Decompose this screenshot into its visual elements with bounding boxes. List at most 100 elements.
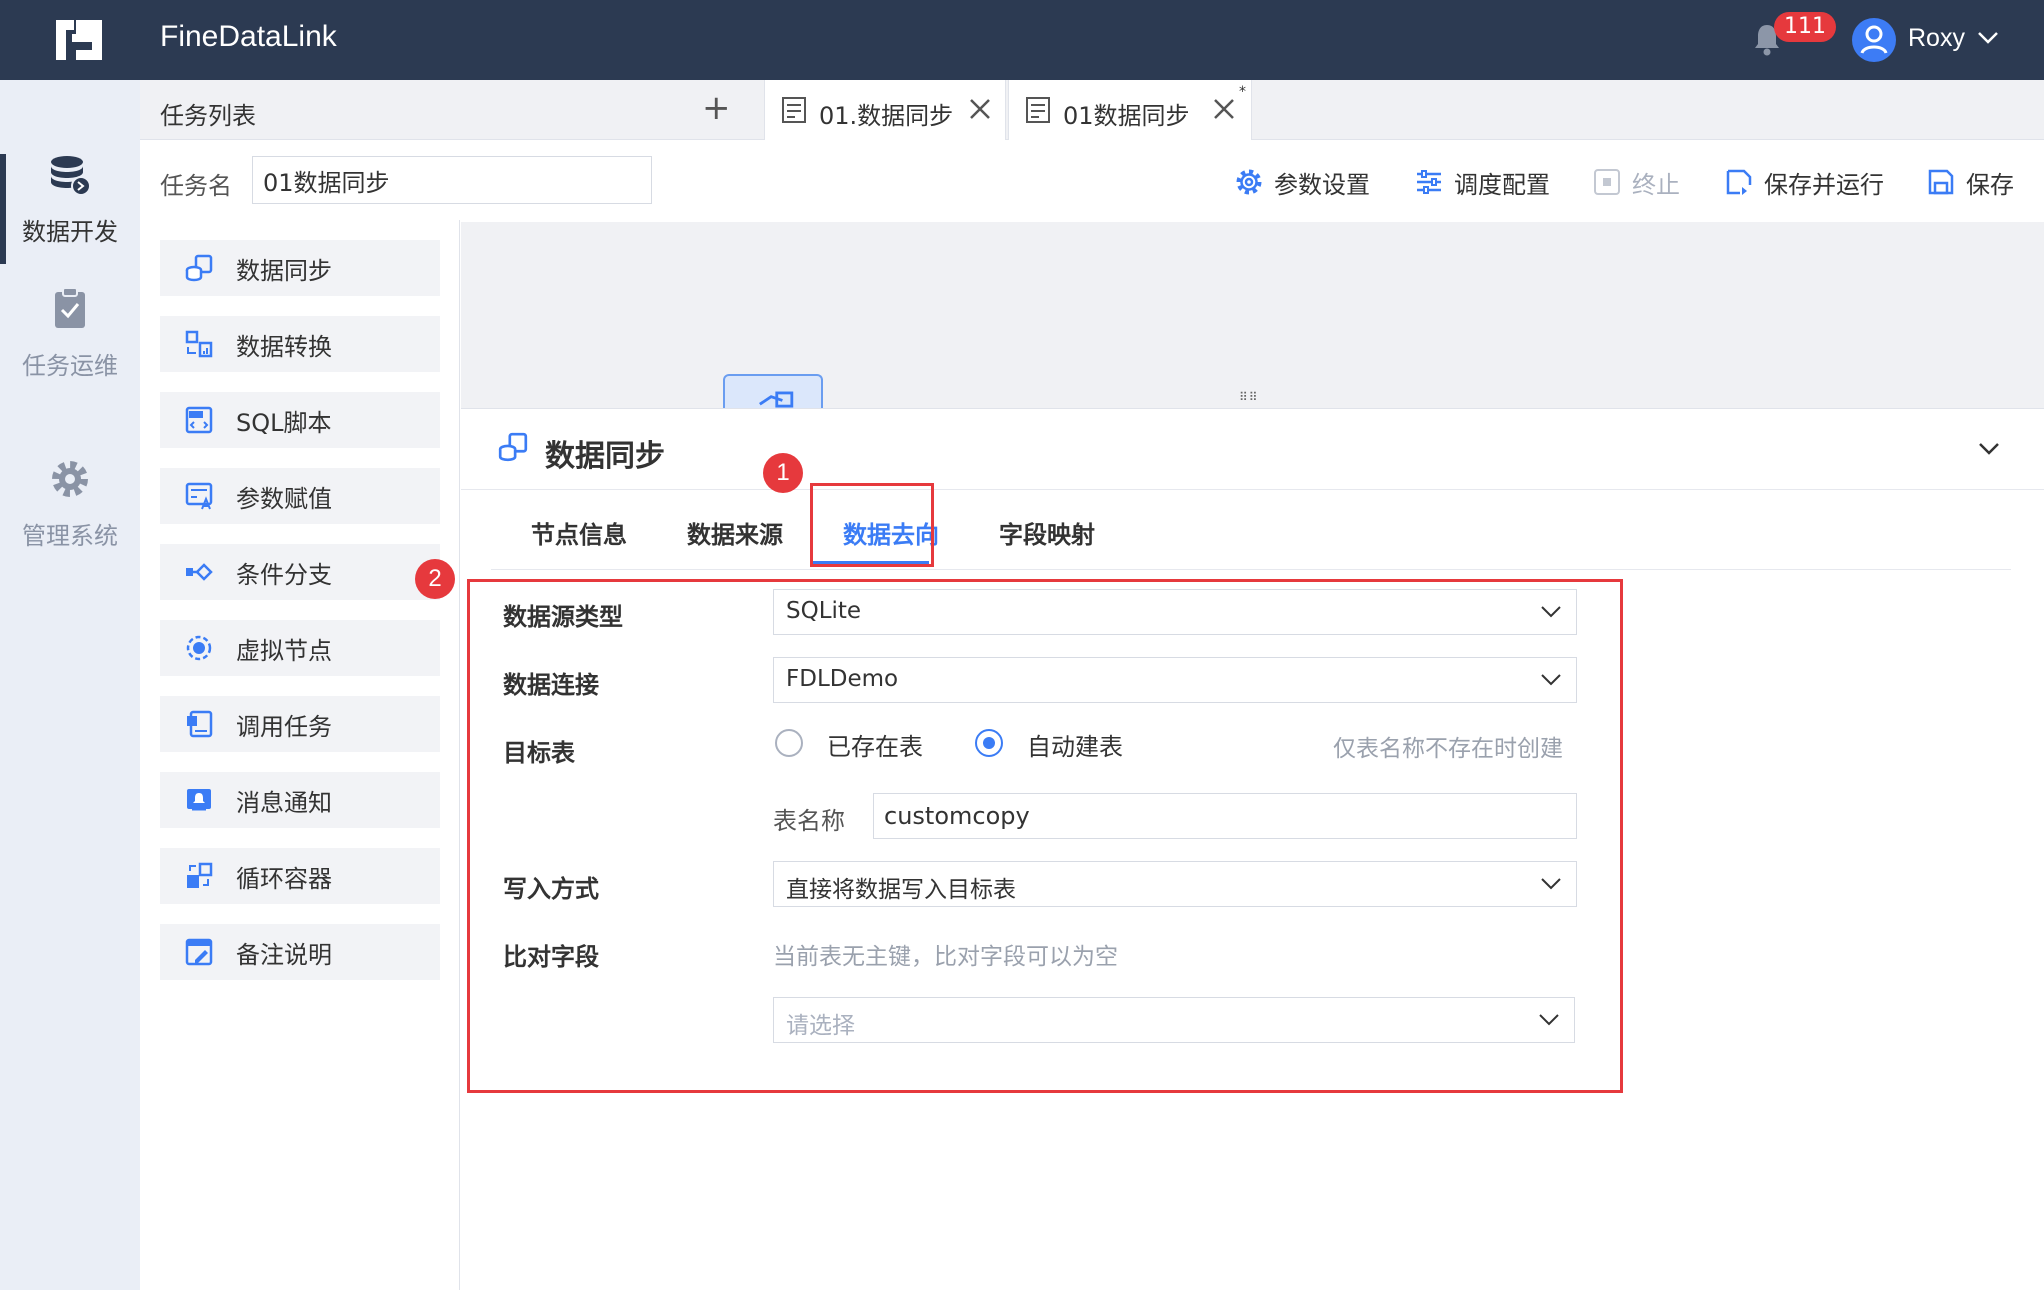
- nav-item-task-ops[interactable]: 任务运维: [0, 286, 140, 381]
- database-icon: [51, 156, 91, 196]
- node-item-notification[interactable]: 消息通知: [160, 772, 440, 828]
- tab-data-source[interactable]: 数据来源: [687, 515, 783, 550]
- invoke-task-icon: [187, 710, 213, 738]
- stop-icon: [1594, 169, 1620, 195]
- node-item-note[interactable]: 备注说明: [160, 924, 440, 980]
- virtual-node-icon: [186, 635, 212, 661]
- node-palette: 数据同步 数据转换 SQL脚本 参数赋值 条件分支 虚拟节点 调用任务 消息通知…: [140, 220, 460, 1290]
- task-name-input[interactable]: [252, 156, 652, 204]
- node-label: 数据转换: [236, 332, 332, 361]
- close-icon[interactable]: [967, 96, 993, 122]
- node-item-data-sync[interactable]: 数据同步: [160, 240, 440, 296]
- select-value: FDLDemo: [786, 666, 899, 692]
- nav-item-data-development[interactable]: 数据开发: [0, 152, 140, 264]
- chevron-down-icon[interactable]: [1977, 441, 2001, 457]
- chevron-down-icon: [1541, 878, 1561, 890]
- auto-create-hint: 仅表名称不存在时创建: [1333, 736, 1563, 762]
- write-mode-select[interactable]: 直接将数据写入目标表: [773, 861, 1577, 907]
- tab-node-info[interactable]: 节点信息: [531, 515, 627, 550]
- radio-auto-create-table-label[interactable]: 自动建表: [1027, 727, 1123, 762]
- left-nav: 数据开发 任务运维 管理系统: [0, 80, 140, 1290]
- tab-label: 01数据同步: [1063, 102, 1190, 130]
- save-and-run-button[interactable]: 保存并运行: [1724, 162, 1884, 202]
- connection-select[interactable]: FDLDemo: [773, 657, 1577, 703]
- tab-field-mapping[interactable]: 字段映射: [999, 515, 1095, 550]
- canvas-node-data-sync[interactable]: [723, 374, 823, 408]
- node-item-condition-branch[interactable]: 条件分支: [160, 544, 440, 600]
- node-item-virtual-node[interactable]: 虚拟节点: [160, 620, 440, 676]
- source-type-select[interactable]: SQLite: [773, 589, 1577, 635]
- button-label: 终止: [1632, 170, 1680, 199]
- callout-box-1: [810, 483, 934, 567]
- gear-icon: [52, 461, 88, 497]
- node-item-loop-container[interactable]: 循环容器: [160, 848, 440, 904]
- node-label: 备注说明: [236, 940, 332, 969]
- compare-field-select[interactable]: 请选择: [773, 997, 1575, 1043]
- button-label: 保存并运行: [1764, 170, 1884, 199]
- task-name-label: 任务名: [160, 172, 232, 200]
- table-name-input[interactable]: [873, 793, 1577, 839]
- tab-01-data-sync-b[interactable]: 01数据同步 *: [1008, 80, 1252, 140]
- node-properties-panel: 数据同步 节点信息 数据来源 数据去向 字段映射 1 2 数据源类型 SQLit…: [415, 408, 2044, 1290]
- chevron-down-icon[interactable]: [1976, 30, 2000, 46]
- resize-handle[interactable]: ⠿⠿: [1239, 390, 1259, 404]
- workflow-canvas[interactable]: ⠿⠿: [461, 222, 2044, 408]
- node-label: SQL脚本: [236, 408, 332, 437]
- close-icon[interactable]: [1211, 96, 1237, 122]
- node-item-sql-script[interactable]: SQL脚本: [160, 392, 440, 448]
- task-list-title[interactable]: 任务列表: [160, 96, 256, 131]
- save-button[interactable]: 保存: [1926, 162, 2014, 202]
- condition-branch-icon: [186, 563, 213, 581]
- sql-script-icon: [185, 406, 213, 434]
- select-value: SQLite: [786, 598, 862, 624]
- app-title: FineDataLink: [160, 20, 337, 53]
- radio-existing-table[interactable]: [775, 729, 803, 757]
- node-label: 条件分支: [236, 560, 332, 589]
- panel-title: 数据同步: [545, 439, 665, 474]
- select-value: 直接将数据写入目标表: [786, 877, 1016, 903]
- schedule-config-button[interactable]: 调度配置: [1414, 162, 1550, 202]
- clipboard-check-icon: [55, 287, 85, 328]
- node-item-data-transform[interactable]: 数据转换: [160, 316, 440, 372]
- finedatalink-logo: [56, 20, 102, 60]
- node-label: 参数赋值: [236, 484, 332, 513]
- button-label: 保存: [1966, 170, 2014, 199]
- tab-01-data-sync-a[interactable]: 01.数据同步: [764, 80, 1006, 140]
- loop-container-icon: [187, 862, 213, 888]
- username[interactable]: Roxy: [1908, 24, 1965, 53]
- note-icon: [185, 938, 213, 966]
- gear-icon: [1236, 169, 1262, 195]
- nav-item-management[interactable]: 管理系统: [0, 456, 140, 551]
- node-label: 虚拟节点: [236, 636, 332, 665]
- chevron-down-icon: [1539, 1014, 1559, 1026]
- node-label: 循环容器: [236, 864, 332, 893]
- tab-label: 01.数据同步: [819, 102, 954, 130]
- stop-button[interactable]: 终止: [1592, 162, 1680, 202]
- data-sync-icon: [185, 254, 213, 282]
- radio-auto-create-table[interactable]: [975, 729, 1003, 757]
- top-bar: FineDataLink 111 Roxy: [0, 0, 2044, 80]
- notification-icon: [187, 789, 211, 811]
- task-doc-icon: [1026, 97, 1050, 123]
- data-transform-icon: [185, 330, 213, 358]
- task-doc-icon: [782, 97, 806, 123]
- param-settings-button[interactable]: 参数设置: [1234, 162, 1370, 202]
- radio-existing-table-label[interactable]: 已存在表: [827, 727, 923, 762]
- user-icon: [1860, 25, 1888, 54]
- nav-label: 任务运维: [22, 352, 118, 380]
- node-item-param-assign[interactable]: 参数赋值: [160, 468, 440, 524]
- avatar[interactable]: [1852, 18, 1896, 62]
- button-label: 调度配置: [1454, 170, 1550, 199]
- chevron-down-icon: [1541, 606, 1561, 618]
- nav-label: 管理系统: [22, 522, 118, 550]
- sliders-icon: [1417, 170, 1441, 194]
- table-name-label: 表名称: [773, 807, 845, 835]
- node-item-invoke-task[interactable]: 调用任务: [160, 696, 440, 752]
- node-label: 消息通知: [236, 788, 332, 817]
- divider: [461, 489, 2044, 490]
- data-sync-icon: [498, 432, 528, 462]
- add-tab-button[interactable]: +: [702, 88, 731, 128]
- save-icon: [1928, 169, 1954, 195]
- connection-label: 数据连接: [503, 671, 599, 699]
- chevron-down-icon: [1541, 674, 1561, 686]
